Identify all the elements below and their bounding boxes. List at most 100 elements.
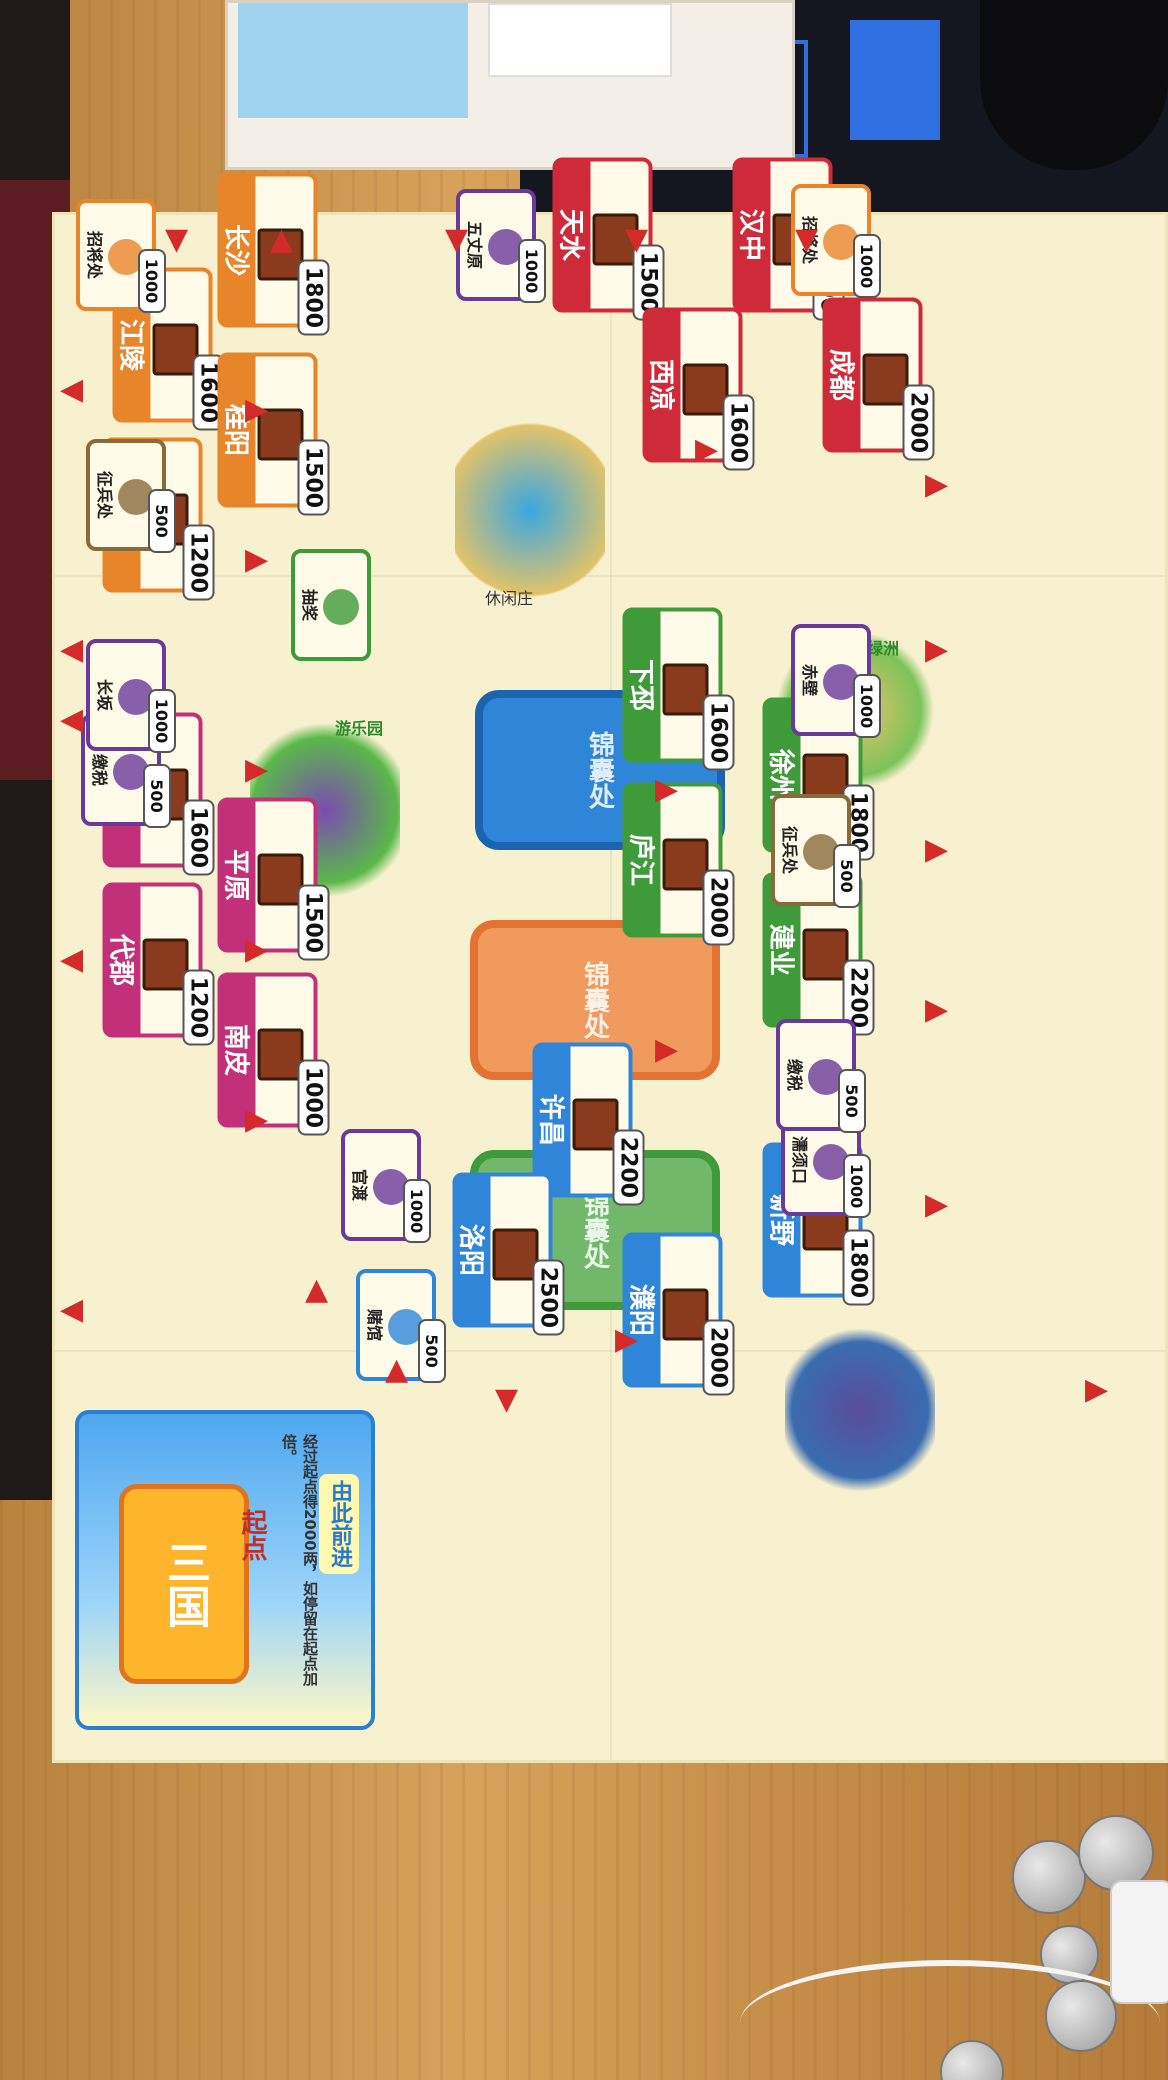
city-name: 成都 [826, 301, 861, 449]
city-price: 1200 [182, 524, 215, 601]
direction-arrow-icon: ▶ [925, 632, 949, 667]
direction-arrow-icon: ▶ [245, 542, 269, 577]
direction-arrow-icon: ▶ [925, 467, 949, 502]
event-label: 征兵处 [95, 470, 114, 519]
start-heading: 起点 [237, 1509, 267, 1561]
gambling-house-illustration [785, 1325, 935, 1495]
direction-arrow-icon: ▶ [695, 432, 719, 467]
park-label: 游乐园 [335, 719, 384, 738]
event-value: 1000 [138, 249, 166, 313]
computer-mouse [980, 0, 1168, 170]
city-tile: 西凉 1600 [642, 307, 755, 471]
event-value: 500 [418, 1319, 446, 1383]
direction-arrow-icon: ▼ [165, 222, 189, 257]
city-name: 长沙 [221, 176, 256, 324]
city-name: 下邳 [626, 611, 661, 759]
coin [1012, 1840, 1086, 1914]
city-name: 桂阳 [221, 356, 256, 504]
start-rule: 经过起点得2000两，如停留在起点加倍。 [280, 1434, 319, 1686]
city-name: 汉中 [736, 161, 771, 309]
event-label: 长坂 [95, 678, 114, 711]
direction-arrow-icon: ▶ [245, 932, 269, 967]
start-go-label: 由此前进 [319, 1474, 359, 1574]
city-price: 1200 [182, 969, 215, 1046]
event-label: 官渡 [350, 1168, 369, 1201]
city-tile: 长沙 1800 [217, 172, 330, 336]
direction-arrow-icon: ▶ [655, 772, 679, 807]
event-tile: 征兵处 500 [86, 439, 176, 553]
charger [1110, 1880, 1168, 2004]
city-price: 2200 [612, 1129, 645, 1206]
event-tile: 征兵处 500 [771, 794, 861, 908]
event-label: 缴税 [785, 1058, 804, 1091]
event-value: 500 [148, 489, 176, 553]
city-price: 1800 [842, 1229, 875, 1306]
direction-arrow-icon: ▼ [625, 222, 649, 257]
event-tile: 缴税 500 [776, 1019, 866, 1133]
city-tile: 平原 1500 [217, 797, 330, 961]
city-price: 1500 [297, 439, 330, 516]
direction-arrow-icon: ▶ [925, 832, 949, 867]
city-price: 2500 [532, 1259, 565, 1336]
city-tile: 桂阳 1500 [217, 352, 330, 516]
city-price: 1000 [297, 1059, 330, 1136]
direction-arrow-icon: ▼ [795, 222, 819, 257]
city-name: 西凉 [646, 311, 681, 459]
direction-arrow-icon: ▶ [615, 1322, 639, 1357]
direction-arrow-icon: ◀ [60, 702, 84, 737]
event-tile: 官渡 1000 [341, 1129, 431, 1243]
event-icon [323, 589, 359, 625]
direction-arrow-icon: ▲ [270, 222, 294, 257]
event-label: 招将处 [85, 230, 104, 279]
city-name: 庐江 [626, 786, 661, 934]
city-tile: 下邳 1600 [622, 607, 735, 771]
city-name: 天水 [556, 161, 591, 309]
city-name: 洛阳 [456, 1176, 491, 1324]
game-board: 锦囊处 锦囊处 锦囊处 休闲庄 游乐园 沙漠绿洲 三国 起点 经过起点得2000… [55, 157, 1165, 1760]
event-value: 500 [838, 1069, 866, 1133]
city-price: 1600 [182, 799, 215, 876]
city-tile: 濮阳 2000 [622, 1232, 735, 1396]
city-tile: 代郡 1200 [102, 882, 215, 1046]
event-label: 征兵处 [780, 825, 799, 874]
event-tile: 赤壁 1000 [791, 624, 881, 738]
event-label: 抽奖 [300, 588, 319, 621]
direction-arrow-icon: ▼ [495, 1382, 519, 1417]
direction-arrow-icon: ▲ [385, 1352, 409, 1387]
city-name: 许昌 [536, 1046, 571, 1194]
direction-arrow-icon: ▶ [1085, 1372, 1109, 1407]
leisure-resort-illustration: 休闲庄 [455, 415, 605, 608]
logo-text: 三国 [159, 1540, 210, 1628]
city-price: 2000 [902, 384, 935, 461]
event-label: 赤壁 [800, 663, 819, 696]
city-price: 2000 [702, 1319, 735, 1396]
city-price: 1800 [297, 259, 330, 336]
city-price: 1500 [297, 884, 330, 961]
draw-zone-label: 锦囊处 [579, 961, 610, 1039]
direction-arrow-icon: ▶ [655, 1032, 679, 1067]
game-box [225, 0, 795, 170]
direction-arrow-icon: ◀ [60, 372, 84, 407]
game-logo: 三国 [119, 1484, 249, 1684]
direction-arrow-icon: ▶ [245, 752, 269, 787]
direction-arrow-icon: ▼ [445, 222, 469, 257]
event-value: 1000 [843, 1154, 871, 1218]
start-panel: 三国 起点 经过起点得2000两，如停留在起点加倍。 由此前进 [75, 1410, 375, 1730]
direction-arrow-icon: ◀ [60, 632, 84, 667]
direction-arrow-icon: ◀ [60, 1292, 84, 1327]
event-tile: 招将处 1000 [76, 199, 166, 313]
city-name: 濮阳 [626, 1236, 661, 1384]
event-value: 500 [143, 764, 171, 828]
city-tile: 成都 2000 [822, 297, 935, 461]
event-value: 1000 [853, 234, 881, 298]
event-value: 1000 [853, 674, 881, 738]
photo-scene: 锦囊处 锦囊处 锦囊处 休闲庄 游乐园 沙漠绿洲 三国 起点 经过起点得2000… [0, 0, 1168, 2080]
city-price: 1600 [722, 394, 755, 471]
leisure-label: 休闲庄 [485, 589, 534, 608]
direction-arrow-icon: ▶ [925, 992, 949, 1027]
draw-zone-label: 锦囊处 [579, 1191, 610, 1269]
event-value: 1000 [403, 1179, 431, 1243]
white-cable [740, 1960, 1160, 2080]
city-price: 1600 [702, 694, 735, 771]
direction-arrow-icon: ◀ [60, 942, 84, 977]
